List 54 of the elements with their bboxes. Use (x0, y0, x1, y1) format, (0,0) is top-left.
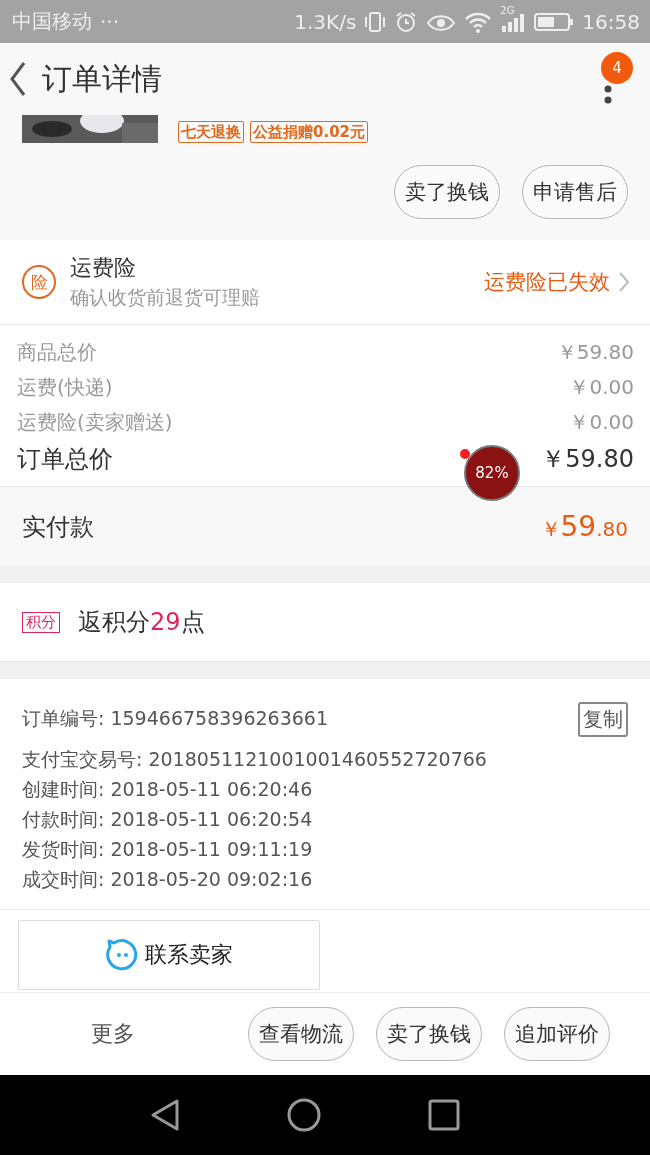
chat-face-icon (105, 938, 139, 972)
battery-icon (534, 11, 575, 32)
order-info-text: 订单编号: 159466758396263661 (22, 706, 329, 731)
page-title: 订单详情 (42, 59, 163, 98)
price-label: 商品总价 (17, 339, 97, 366)
order-info-text: 创建时间: 2018-05-11 06:20:46 (22, 777, 313, 802)
price-value: ￥59.80 (541, 444, 634, 475)
home-nav-button[interactable] (286, 1097, 322, 1133)
action-button[interactable]: 追加评价 (504, 1007, 610, 1061)
contact-seller-button[interactable]: 联系卖家 (18, 920, 320, 990)
carrier-name: 中国移动 (12, 8, 92, 35)
action-button[interactable]: 卖了换钱 (376, 1007, 482, 1061)
square-icon (428, 1099, 460, 1131)
paid-amount: ￥59.80 (540, 510, 628, 543)
order-info-text: 成交时间: 2018-05-20 09:02:16 (22, 867, 313, 892)
price-value: ￥0.00 (569, 374, 634, 401)
more-icon (604, 84, 612, 104)
copy-button[interactable]: 复制 (578, 701, 628, 737)
price-label: 订单总价 (17, 444, 113, 475)
price-label: 运费(快递) (17, 374, 113, 401)
points-text: 返积分29点 (78, 607, 205, 638)
clock: 16:58 (582, 9, 640, 34)
insurance-description: 确认收货前退货可理赔 (70, 285, 261, 310)
vibrate-icon (364, 9, 387, 34)
price-label: 运费险(卖家赠送) (17, 409, 173, 436)
action-button[interactable]: 申请售后 (522, 164, 628, 219)
network-speed: 1.3K/s (294, 9, 357, 34)
paid-label: 实付款 (22, 511, 94, 543)
back-nav-button[interactable] (150, 1098, 180, 1132)
price-value: ￥59.80 (556, 339, 634, 366)
more-notifications: ··· (100, 9, 120, 34)
insurance-row[interactable]: 险 运费险 确认收货前退货可理赔 运费险已失效 (0, 240, 650, 325)
more-button[interactable]: 更多 (0, 1019, 226, 1049)
action-button[interactable]: 卖了换钱 (394, 164, 500, 219)
service-tag: 公益捐赠0.02元 (250, 121, 368, 143)
insurance-badge: 险 (22, 265, 56, 299)
recents-nav-button[interactable] (428, 1099, 460, 1131)
action-button[interactable]: 查看物流 (248, 1007, 354, 1061)
circle-icon (286, 1097, 322, 1133)
more-menu-button[interactable] (604, 84, 612, 104)
notification-dot (460, 449, 470, 459)
insurance-status: 运费险已失效 (484, 269, 610, 296)
price-value: ￥0.00 (569, 409, 634, 436)
triangle-icon (150, 1098, 180, 1132)
order-info-text: 付款时间: 2018-05-11 06:20:54 (22, 807, 313, 832)
network-type: 2G (500, 4, 515, 16)
insurance-title: 运费险 (70, 254, 137, 282)
order-info-text: 发货时间: 2018-05-11 09:11:19 (22, 837, 313, 862)
back-button[interactable] (8, 61, 28, 97)
notification-badge: 4 (601, 52, 633, 84)
service-tag: 七天退换 (178, 121, 244, 143)
chevron-right-icon (618, 271, 630, 293)
order-info-text: 支付宝交易号: 2018051121001001460552720766 (22, 747, 487, 772)
points-tag: 积分 (22, 611, 60, 633)
